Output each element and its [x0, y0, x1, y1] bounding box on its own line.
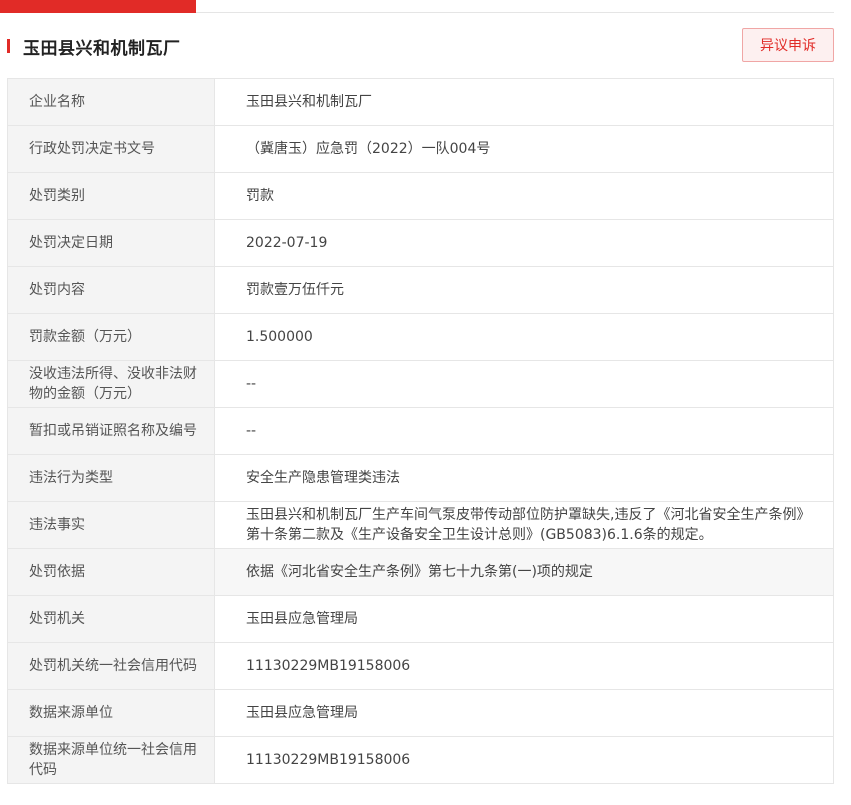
row-value: （冀唐玉）应急罚（2022）一队004号	[214, 125, 834, 173]
row-value: --	[214, 407, 834, 455]
table-row: 数据来源单位统一社会信用代码 11130229MB19158006	[7, 736, 834, 784]
page-title: 玉田县兴和机制瓦厂	[23, 39, 181, 59]
row-label: 数据来源单位	[7, 689, 215, 737]
table-row: 处罚决定日期 2022-07-19	[7, 219, 834, 267]
row-label: 处罚内容	[7, 266, 215, 314]
row-value: 11130229MB19158006	[214, 736, 834, 784]
table-row: 处罚机关统一社会信用代码 11130229MB19158006	[7, 642, 834, 690]
table-row: 罚款金额（万元） 1.500000	[7, 313, 834, 361]
row-label: 违法事实	[7, 501, 215, 549]
objection-appeal-button[interactable]: 异议申诉	[742, 28, 834, 62]
row-value: 罚款	[214, 172, 834, 220]
table-row: 处罚依据 依据《河北省安全生产条例》第七十九条第(一)项的规定	[7, 548, 834, 596]
penalty-info-table: 企业名称 玉田县兴和机制瓦厂 行政处罚决定书文号 （冀唐玉）应急罚（2022）一…	[7, 78, 834, 784]
table-row: 处罚机关 玉田县应急管理局	[7, 595, 834, 643]
section-header: 玉田县兴和机制瓦厂 异议申诉	[0, 26, 851, 66]
row-label: 处罚类别	[7, 172, 215, 220]
top-tab-bar	[0, 0, 851, 13]
row-label: 暂扣或吊销证照名称及编号	[7, 407, 215, 455]
title-accent-bar	[7, 39, 10, 53]
row-label: 企业名称	[7, 78, 215, 126]
row-label: 处罚决定日期	[7, 219, 215, 267]
table-row: 暂扣或吊销证照名称及编号 --	[7, 407, 834, 455]
row-value: --	[214, 360, 834, 408]
table-row: 处罚类别 罚款	[7, 172, 834, 220]
row-value: 1.500000	[214, 313, 834, 361]
table-row: 行政处罚决定书文号 （冀唐玉）应急罚（2022）一队004号	[7, 125, 834, 173]
row-label: 处罚机关	[7, 595, 215, 643]
table-row: 处罚内容 罚款壹万伍仟元	[7, 266, 834, 314]
row-value: 玉田县应急管理局	[214, 595, 834, 643]
active-tab-indicator[interactable]	[0, 0, 196, 13]
row-label: 处罚依据	[7, 548, 215, 596]
row-value: 11130229MB19158006	[214, 642, 834, 690]
table-row: 企业名称 玉田县兴和机制瓦厂	[7, 78, 834, 126]
table-row: 数据来源单位 玉田县应急管理局	[7, 689, 834, 737]
table-row: 违法事实 玉田县兴和机制瓦厂生产车间气泵皮带传动部位防护罩缺失,违反了《河北省安…	[7, 501, 834, 549]
row-label: 处罚机关统一社会信用代码	[7, 642, 215, 690]
row-value: 玉田县兴和机制瓦厂	[214, 78, 834, 126]
row-value: 玉田县应急管理局	[214, 689, 834, 737]
row-label: 行政处罚决定书文号	[7, 125, 215, 173]
row-label: 违法行为类型	[7, 454, 215, 502]
row-value: 依据《河北省安全生产条例》第七十九条第(一)项的规定	[214, 548, 834, 596]
table-row: 没收违法所得、没收非法财物的金额（万元） --	[7, 360, 834, 408]
tab-divider-line	[196, 12, 834, 13]
row-label: 罚款金额（万元）	[7, 313, 215, 361]
row-value: 罚款壹万伍仟元	[214, 266, 834, 314]
row-value: 2022-07-19	[214, 219, 834, 267]
row-value: 安全生产隐患管理类违法	[214, 454, 834, 502]
row-label: 数据来源单位统一社会信用代码	[7, 736, 215, 784]
row-label: 没收违法所得、没收非法财物的金额（万元）	[7, 360, 215, 408]
row-value: 玉田县兴和机制瓦厂生产车间气泵皮带传动部位防护罩缺失,违反了《河北省安全生产条例…	[214, 501, 834, 549]
table-row: 违法行为类型 安全生产隐患管理类违法	[7, 454, 834, 502]
